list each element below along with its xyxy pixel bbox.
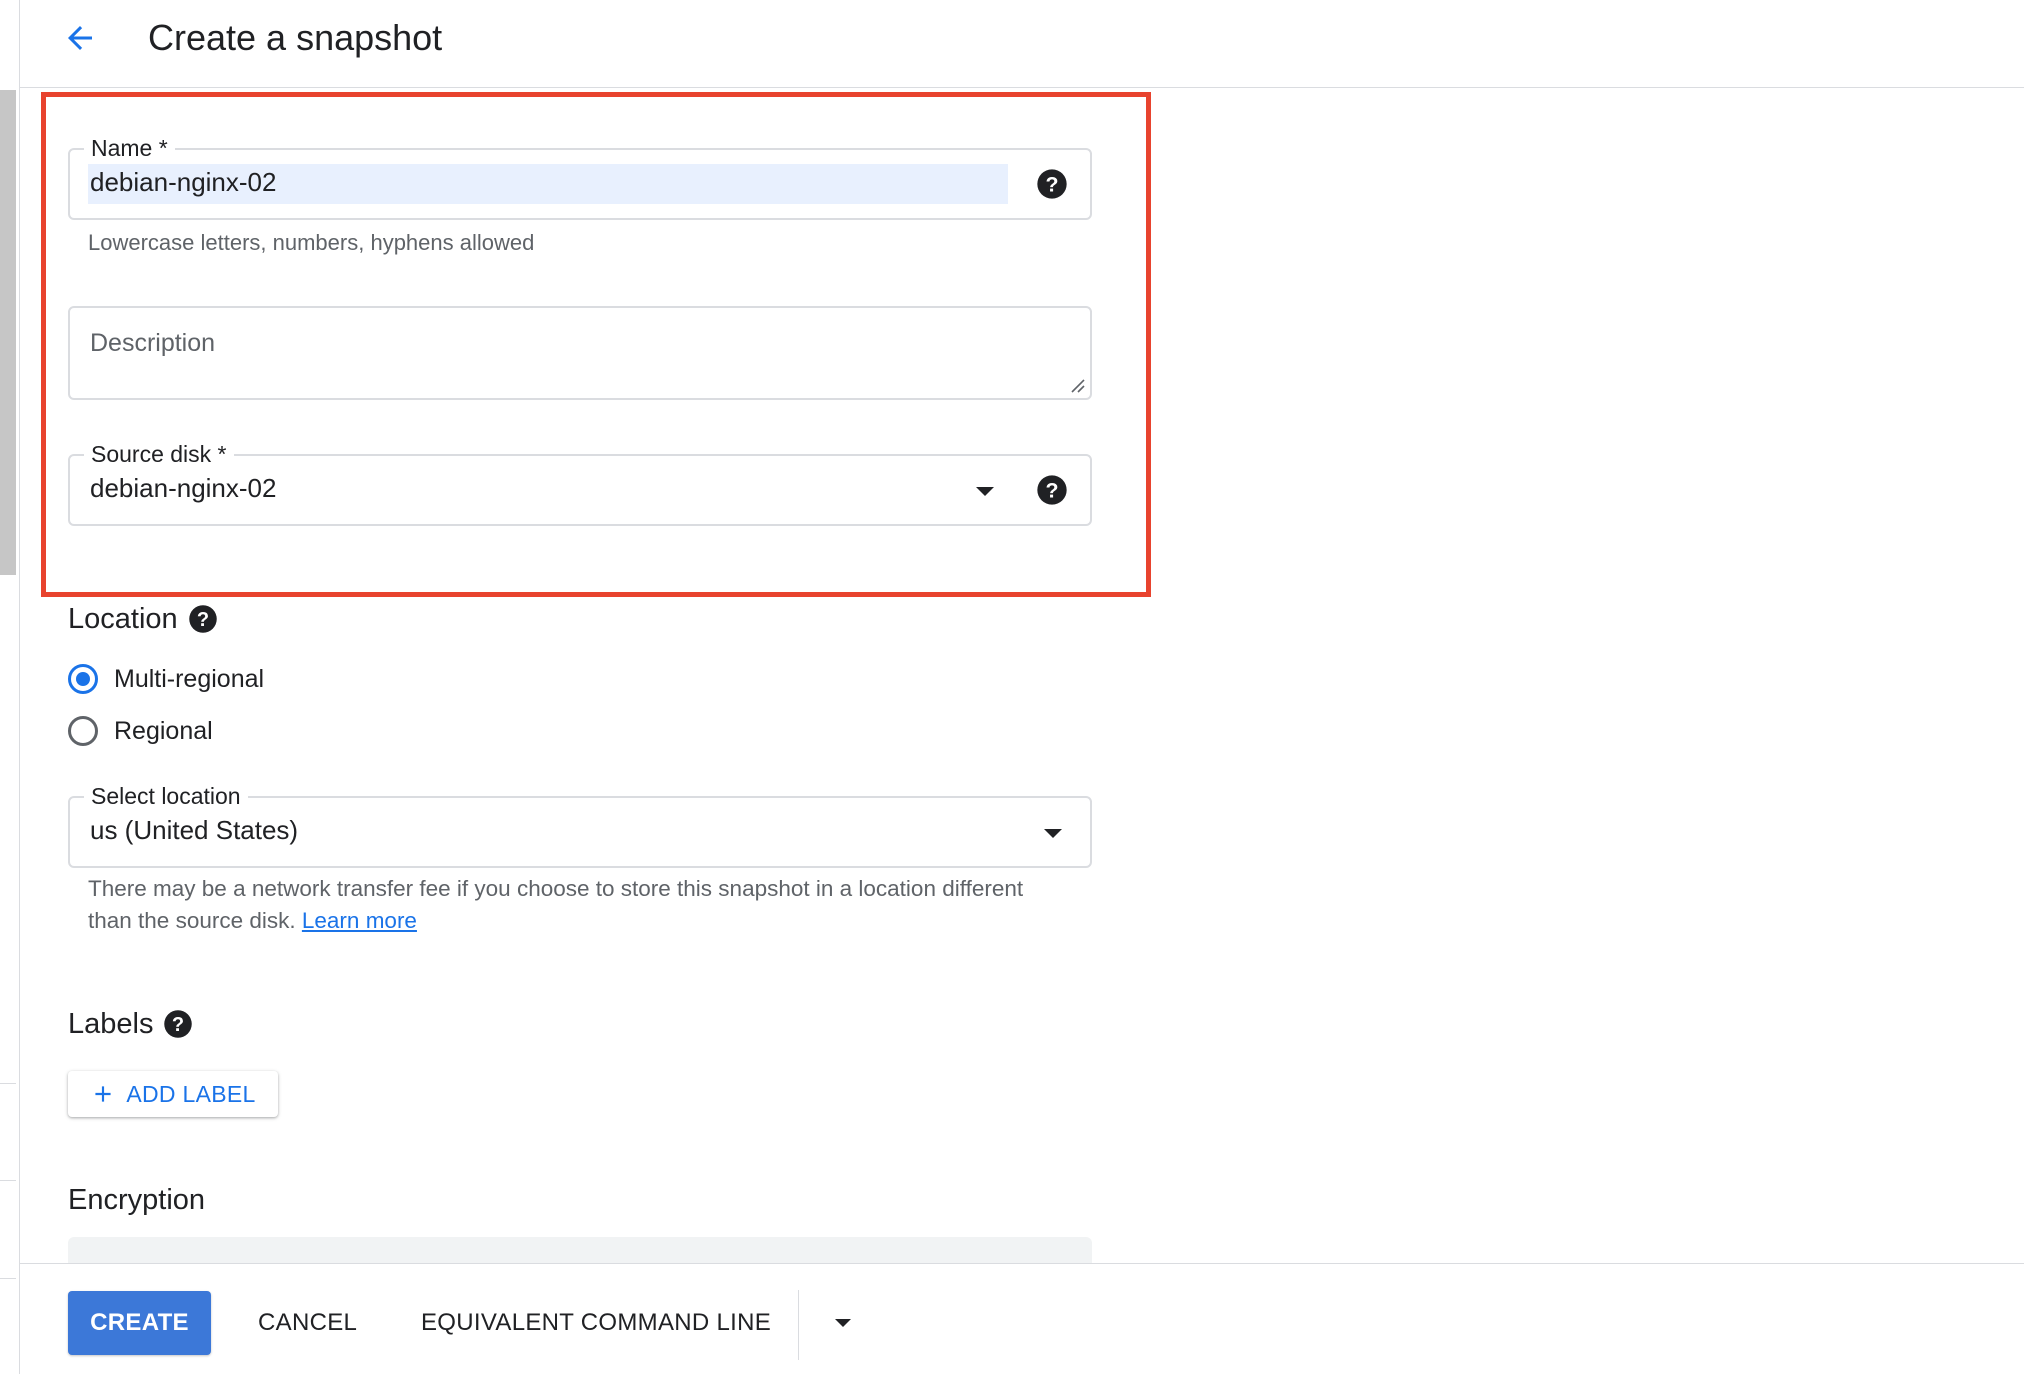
add-label-button[interactable]: ADD LABEL bbox=[68, 1071, 278, 1117]
help-icon[interactable]: ? bbox=[188, 604, 218, 634]
command-line-menu-button[interactable] bbox=[820, 1300, 866, 1346]
learn-more-link[interactable]: Learn more bbox=[302, 908, 417, 933]
location-heading: Location ? bbox=[68, 600, 218, 638]
cancel-button[interactable]: CANCEL bbox=[258, 1291, 357, 1355]
rail-divider bbox=[0, 1278, 16, 1279]
equivalent-command-line-button[interactable]: EQUIVALENT COMMAND LINE bbox=[421, 1291, 771, 1355]
select-location-value: us (United States) bbox=[90, 815, 299, 845]
rail-divider bbox=[0, 1083, 16, 1084]
labels-heading: Labels ? bbox=[68, 1005, 193, 1043]
page-header: Create a snapshot bbox=[20, 0, 2024, 88]
radio-label: Regional bbox=[114, 717, 213, 745]
location-heading-text: Location bbox=[68, 603, 178, 635]
labels-heading-text: Labels bbox=[68, 1008, 154, 1040]
encryption-heading: Encryption bbox=[68, 1181, 205, 1219]
svg-text:?: ? bbox=[197, 609, 209, 631]
radio-regional[interactable]: Regional bbox=[68, 714, 213, 748]
radio-label: Multi-regional bbox=[114, 665, 265, 693]
rail-divider bbox=[0, 1180, 16, 1181]
action-footer: CREATE CANCEL EQUIVALENT COMMAND LINE bbox=[20, 1263, 2024, 1374]
left-scrollbar[interactable] bbox=[0, 90, 16, 575]
button-divider bbox=[798, 1290, 799, 1360]
location-note: There may be a network transfer fee if y… bbox=[88, 873, 1048, 937]
add-label-text: ADD LABEL bbox=[126, 1080, 256, 1107]
chevron-down-icon bbox=[835, 1319, 851, 1327]
select-location-dropdown[interactable]: Select location us (United States) bbox=[68, 781, 1092, 868]
arrow-back-icon bbox=[68, 26, 92, 50]
create-snapshot-page: Create a snapshot Name * debian-nginx-02… bbox=[0, 0, 2024, 1374]
help-icon[interactable]: ? bbox=[163, 1009, 193, 1039]
back-button[interactable] bbox=[57, 15, 103, 61]
plus-icon bbox=[95, 1086, 111, 1102]
select-location-label: Select location bbox=[84, 781, 248, 811]
encryption-panel bbox=[68, 1237, 1092, 1265]
location-note-text: There may be a network transfer fee if y… bbox=[88, 876, 1024, 933]
encryption-heading-text: Encryption bbox=[68, 1184, 206, 1216]
left-rail bbox=[0, 0, 20, 1374]
svg-text:?: ? bbox=[172, 1014, 184, 1036]
page-title: Create a snapshot bbox=[148, 17, 443, 58]
chevron-down-icon[interactable] bbox=[1044, 829, 1062, 838]
radio-button[interactable] bbox=[68, 716, 98, 746]
radio-button-checked[interactable] bbox=[68, 664, 98, 694]
radio-multi-regional[interactable]: Multi-regional bbox=[68, 662, 264, 696]
create-button[interactable]: CREATE bbox=[68, 1291, 211, 1355]
highlight-box bbox=[41, 92, 1151, 597]
